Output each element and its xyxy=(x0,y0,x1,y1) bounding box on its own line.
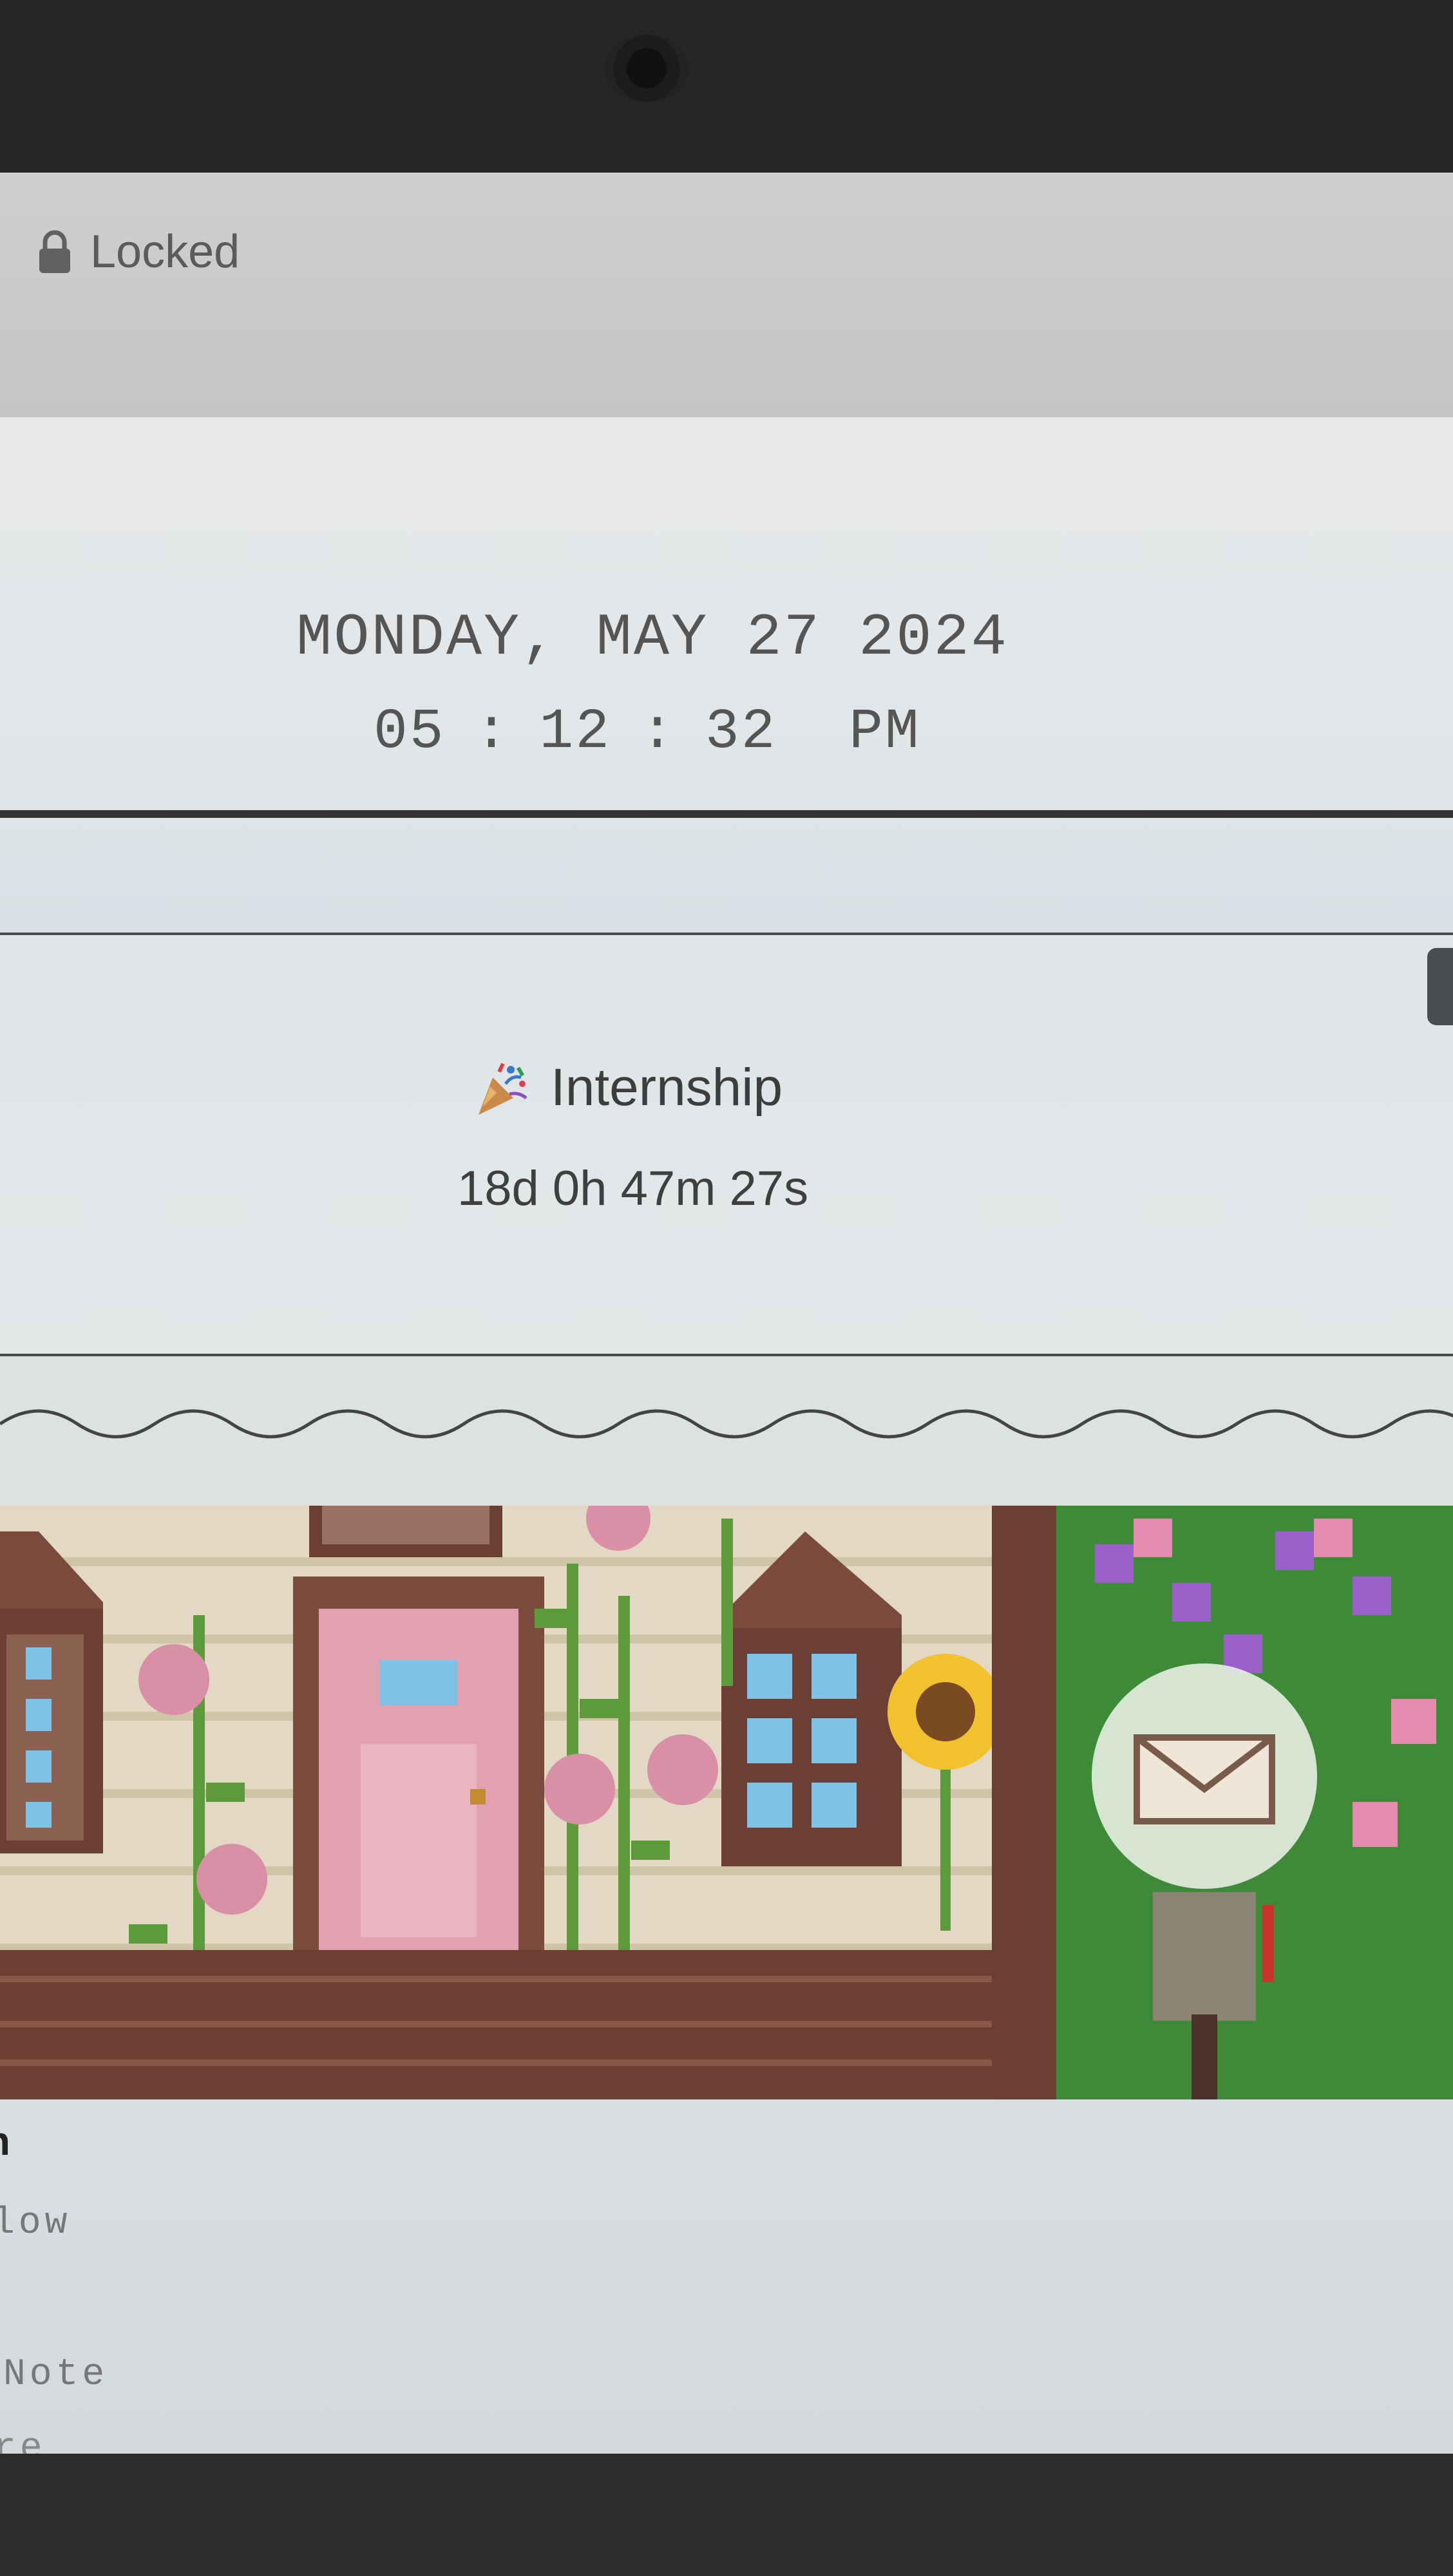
clock-hours: 05 xyxy=(374,701,446,764)
partial-heading: n xyxy=(0,2119,10,2164)
countdown-widget: Internship 18d 0h 47m 27s xyxy=(0,935,1453,1452)
clock-widget: MONDAY, MAY 27 2024 05:12:32 PM xyxy=(0,417,1453,818)
clock-date: MONDAY, MAY 27 2024 xyxy=(296,604,1009,672)
countdown-event: Internship xyxy=(473,1057,783,1118)
webcam-icon xyxy=(604,33,689,103)
device-bezel-top xyxy=(0,0,1453,177)
lock-status-label: Locked xyxy=(90,226,240,278)
lock-status[interactable]: Locked xyxy=(37,225,240,278)
countdown-remaining: 18d 0h 47m 27s xyxy=(457,1161,809,1216)
clock-ampm: PM xyxy=(849,701,921,764)
page-status-bar: Locked xyxy=(0,173,1453,417)
countdown-title: Internship xyxy=(551,1058,783,1117)
screen: Locked MONDAY, MAY 27 2024 05:12:32 PM I… xyxy=(0,173,1453,2460)
widget-options-button[interactable] xyxy=(1427,948,1453,1025)
lock-icon xyxy=(39,230,70,273)
clock-seconds: 32 xyxy=(705,701,777,764)
wave-line xyxy=(0,1409,1453,1439)
cover-image xyxy=(0,1506,1453,2099)
wavy-divider xyxy=(0,1356,1453,1511)
clock-minutes: 12 xyxy=(539,701,612,764)
partial-label-2: Note xyxy=(3,2354,109,2396)
partial-label-1: low xyxy=(0,2202,71,2244)
lower-panel: n low Note re xyxy=(0,2099,1453,2460)
party-popper-icon xyxy=(479,1063,527,1115)
device-bezel-bottom xyxy=(0,2454,1453,2576)
block-spacer xyxy=(0,818,1453,935)
clock-time: 05:12:32 PM xyxy=(374,701,921,764)
clock-separator: : xyxy=(474,701,511,764)
clock-separator: : xyxy=(640,701,676,764)
